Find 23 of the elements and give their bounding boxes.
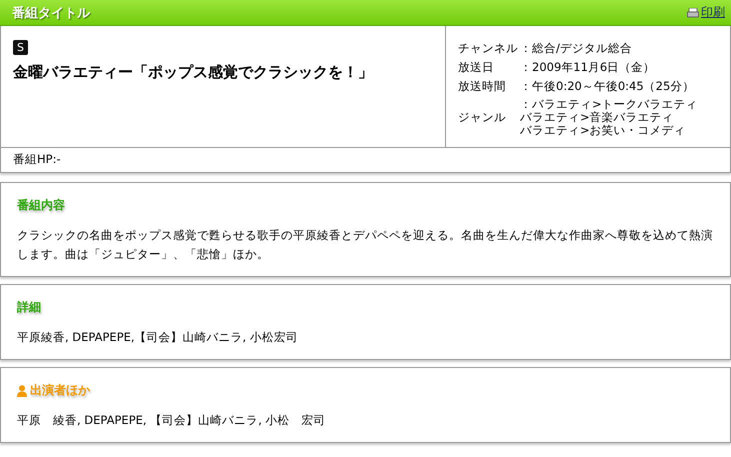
section-text: 平原綾香, DEPAPEPE,【司会】山崎バニラ, 小松宏司 <box>17 329 299 346</box>
person-icon <box>17 384 27 396</box>
info-label: チャンネル <box>458 41 519 56</box>
print-link[interactable]: 印刷 <box>687 4 725 21</box>
info-value: ：午後0:20～午後0:45（25分） <box>520 80 694 93</box>
section-title: 番組タイトル <box>12 4 90 22</box>
info-label: 放送時間 <box>458 79 507 94</box>
section-text: クラシックの名曲をポップス感覚で甦らせる歌手の平原綾香とデパペペを迎える。名曲を生んだ偉大な作曲家へ尊敬を込めて熱演します。曲は「ジュピター」、「悲愴」ほか。 <box>17 227 714 263</box>
section-heading: 出演者ほか <box>30 382 90 399</box>
section-heading: 詳細 <box>17 299 41 316</box>
info-value: バラエティ>音楽バラエティ <box>520 111 675 124</box>
section-text: 平原 綾香, DEPAPEPE, 【司会】山崎バニラ, 小松 宏司 <box>17 412 327 429</box>
info-label: ジャンル <box>458 110 507 125</box>
printer-icon <box>687 8 699 18</box>
info-value: ：バラエティ>トークバラエティ <box>520 98 698 111</box>
section-heading: 番組内容 <box>17 197 65 214</box>
channel-badge: S <box>13 40 28 55</box>
homepage-text: 番組HP:- <box>13 152 61 166</box>
info-value: バラエティ>お笑い・コメディ <box>520 124 687 137</box>
info-label: 放送日 <box>458 60 495 75</box>
info-value: ：総合/デジタル総合 <box>520 42 632 55</box>
program-title: 金曜バラエティー「ポップス感覚でクラシックを！」 <box>13 63 374 82</box>
info-value: ：2009年11月6日（金） <box>520 61 656 74</box>
